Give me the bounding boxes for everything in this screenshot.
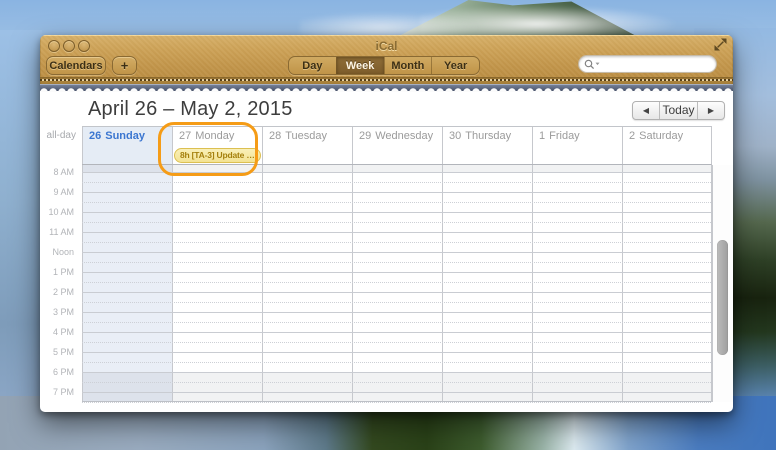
time-label: 8 AM xyxy=(53,167,74,177)
time-gutter: 8 AM 9 AM 10 AM 11 AM Noon 1 PM 2 PM 3 P… xyxy=(40,165,78,402)
day-number: 30 xyxy=(449,130,461,142)
zoom-button[interactable] xyxy=(78,40,90,52)
prev-week-button[interactable]: ◀ xyxy=(633,102,659,119)
time-label: 7 PM xyxy=(53,387,74,397)
search-input[interactable] xyxy=(578,55,717,73)
window-title: iCal xyxy=(375,39,397,53)
tab-month[interactable]: Month xyxy=(384,57,432,74)
wallpaper-water-left xyxy=(0,30,42,450)
search-dropdown-icon xyxy=(596,63,600,66)
day-header-friday[interactable]: 1 Friday xyxy=(532,127,622,164)
day-number: 28 xyxy=(269,130,281,142)
fullscreen-icon[interactable] xyxy=(714,38,727,51)
day-name: Friday xyxy=(549,130,580,142)
day-number: 26 xyxy=(89,130,101,142)
day-number: 1 xyxy=(539,130,545,142)
time-label: 3 PM xyxy=(53,307,74,317)
scrollbar-thumb[interactable] xyxy=(717,240,728,355)
today-button[interactable]: Today xyxy=(659,102,698,119)
day-number: 29 xyxy=(359,130,371,142)
add-event-button[interactable]: + xyxy=(112,56,137,75)
close-button[interactable] xyxy=(48,40,60,52)
day-header-wednesday[interactable]: 29 Wednesday xyxy=(352,127,442,164)
time-label: 9 AM xyxy=(53,187,74,197)
ical-window: iCal Calendars + Day Week Month Year Apr… xyxy=(40,35,733,412)
time-label: 4 PM xyxy=(53,327,74,337)
day-header-thursday[interactable]: 30 Thursday xyxy=(442,127,532,164)
all-day-label: all-day xyxy=(40,130,76,141)
time-label: 1 PM xyxy=(53,267,74,277)
column-grid-lines xyxy=(82,165,711,401)
day-name: Tuesday xyxy=(285,130,327,142)
time-label: 11 AM xyxy=(49,227,74,237)
time-label: 5 PM xyxy=(53,347,74,357)
view-switcher: Day Week Month Year xyxy=(288,56,480,75)
minimize-button[interactable] xyxy=(63,40,75,52)
day-name: Thursday xyxy=(465,130,511,142)
annotation-highlight-ring xyxy=(158,122,258,176)
time-label: 2 PM xyxy=(53,287,74,297)
calendar-content: April 26 – May 2, 2015 ◀ Today ▶ all-day… xyxy=(40,91,733,412)
day-name: Saturday xyxy=(639,130,683,142)
stitch-divider xyxy=(40,77,733,84)
scrollbar-track[interactable] xyxy=(712,165,733,402)
date-range-title: April 26 – May 2, 2015 xyxy=(88,98,293,121)
calendars-button[interactable]: Calendars xyxy=(46,56,106,75)
tab-week[interactable]: Week xyxy=(336,57,384,74)
next-week-button[interactable]: ▶ xyxy=(698,102,724,119)
day-header-saturday[interactable]: 2 Saturday xyxy=(622,127,712,164)
day-name: Sunday xyxy=(105,130,145,142)
tab-year[interactable]: Year xyxy=(431,57,479,74)
search-icon xyxy=(584,59,601,71)
date-navigation: ◀ Today ▶ xyxy=(632,101,725,120)
time-label: 10 AM xyxy=(48,207,74,217)
time-label: 6 PM xyxy=(53,367,74,377)
titlebar[interactable]: iCal Calendars + Day Week Month Year xyxy=(40,35,733,84)
tab-day[interactable]: Day xyxy=(289,57,336,74)
day-number: 2 xyxy=(629,130,635,142)
day-name: Wednesday xyxy=(375,130,433,142)
day-header-tuesday[interactable]: 28 Tuesday xyxy=(262,127,352,164)
hour-grid[interactable] xyxy=(82,165,712,402)
time-label: Noon xyxy=(52,247,74,257)
